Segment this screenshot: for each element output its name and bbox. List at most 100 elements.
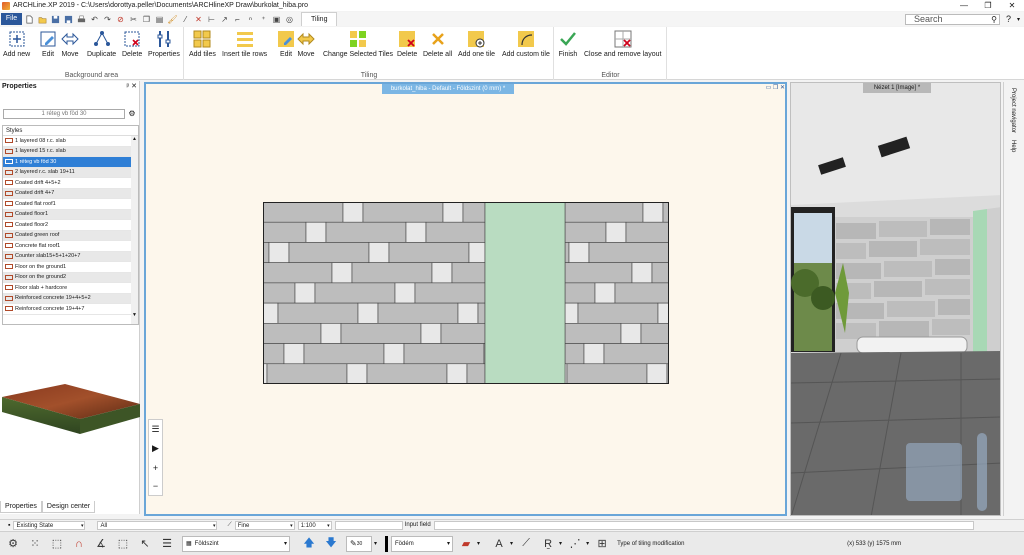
tile-green-band[interactable] — [484, 202, 566, 384]
snap-icon[interactable]: ⁺ — [258, 14, 269, 25]
list-item[interactable]: 1 layered 15 r.c. slab — [3, 146, 138, 157]
angle-icon[interactable]: ∡ — [92, 535, 110, 553]
tile-large[interactable] — [303, 343, 385, 365]
tile-large[interactable] — [564, 242, 570, 263]
grid-dots-icon[interactable]: ⁙ — [26, 535, 44, 553]
tile-large[interactable] — [263, 202, 344, 223]
tile-small[interactable] — [594, 282, 616, 304]
tile-small[interactable] — [631, 262, 653, 284]
list-item[interactable]: Floor on the ground2 — [3, 272, 138, 283]
tile-large[interactable] — [277, 302, 359, 324]
tile-large[interactable] — [564, 343, 585, 365]
tile-large[interactable] — [625, 221, 669, 243]
list-icon[interactable]: ☰ — [158, 535, 176, 553]
tile-large[interactable] — [614, 282, 669, 304]
plan-view-2d[interactable]: burkolat_hiba - Default - Földszint (0 m… — [144, 82, 787, 516]
tile-small[interactable] — [657, 302, 669, 324]
material-select[interactable]: Födém ▾ — [391, 535, 454, 552]
input-field-box[interactable] — [334, 520, 403, 530]
tile-small[interactable] — [568, 242, 590, 263]
move-tiles-button[interactable]: Move — [296, 29, 316, 61]
tile-small[interactable] — [620, 323, 642, 344]
node-edit-icon[interactable]: ⋰ — [566, 535, 584, 553]
tile-small[interactable] — [642, 202, 664, 223]
delete-all-tiles-button[interactable]: Delete all — [423, 29, 452, 61]
undo-icon[interactable]: ↶ — [89, 14, 100, 25]
zoom-in-icon[interactable]: + — [153, 463, 158, 473]
tile-large[interactable] — [451, 262, 486, 284]
list-item[interactable]: Coated floor1 — [3, 209, 138, 220]
tile-small[interactable] — [331, 262, 353, 284]
edit-button[interactable]: Edit — [38, 29, 58, 61]
tab-design-center[interactable]: Design center — [41, 501, 96, 513]
tile-small[interactable] — [442, 202, 464, 223]
list-item[interactable]: Coated drift 4+7 — [3, 188, 138, 199]
tile-small[interactable] — [405, 221, 427, 243]
view-3d-title[interactable]: Nézet 1 [Image] * — [863, 83, 931, 93]
change-selected-tiles-button[interactable]: Change Selected Tiles — [323, 29, 393, 61]
tile-small[interactable] — [268, 242, 290, 263]
tile-large[interactable] — [577, 302, 659, 324]
list-item[interactable]: 1 layered 08 r.c. slab — [3, 136, 138, 147]
tile-large[interactable] — [362, 202, 444, 223]
help-icon[interactable]: ? — [1006, 14, 1011, 24]
tile-large[interactable] — [388, 242, 470, 263]
insert-tile-rows-button[interactable]: Insert tile rows — [222, 29, 267, 61]
tile-large[interactable] — [263, 262, 333, 284]
tile-large[interactable] — [414, 282, 486, 304]
tile-large[interactable] — [314, 282, 396, 304]
scale-select[interactable]: 1:100 ▾ — [297, 520, 332, 530]
list-item[interactable]: Reinforced concrete 19+4+5+2 — [3, 293, 138, 304]
pen-select[interactable]: ✎ 30 — [346, 535, 372, 552]
tile-large[interactable] — [564, 221, 607, 243]
paste-icon[interactable]: ▤ — [154, 14, 165, 25]
tile-large[interactable] — [325, 221, 407, 243]
tab-tiling[interactable]: Tiling — [301, 12, 338, 26]
select-frame-icon[interactable]: ⬚ — [114, 535, 132, 553]
close-button[interactable]: ✕ — [1000, 0, 1024, 11]
list-item[interactable]: Coated drift 4+5+2 — [3, 178, 138, 189]
tile-large[interactable] — [440, 323, 486, 344]
properties-button[interactable]: Properties — [148, 29, 180, 61]
cursor-icon[interactable]: ↖ — [136, 535, 154, 553]
layers-list-icon[interactable]: ☰ — [151, 424, 159, 435]
magnet-icon[interactable]: ∩ — [70, 535, 88, 553]
input-field[interactable] — [433, 520, 974, 530]
tile-large[interactable] — [564, 323, 622, 344]
dimension-tool-icon[interactable]: Ṟ — [539, 535, 557, 553]
tile-small[interactable] — [320, 323, 342, 344]
tile-large[interactable] — [651, 262, 669, 284]
list-item[interactable]: Reinforced concrete 19+4+7 — [3, 304, 138, 315]
tiling-plan[interactable] — [263, 202, 669, 384]
chevron-down-icon[interactable]: ▾ — [559, 540, 562, 547]
print-icon[interactable] — [76, 14, 87, 25]
view-3d-icon[interactable]: ◎ — [284, 14, 295, 25]
tile-large[interactable] — [566, 363, 648, 384]
state-select[interactable]: Existing State ▾ — [13, 520, 86, 530]
edit-tiles-button[interactable]: Edit — [276, 29, 296, 61]
search-input[interactable]: Search ⚲ — [904, 13, 1000, 25]
tile-large[interactable] — [263, 282, 296, 304]
tile-small[interactable] — [564, 302, 579, 324]
add-one-tile-button[interactable]: Add one tile — [458, 29, 495, 61]
style-name-field[interactable]: 1 réteg vb föd 30 — [3, 109, 125, 119]
redo-icon[interactable]: ↷ — [102, 14, 113, 25]
edit-line-icon[interactable]: ⌐ — [232, 14, 243, 25]
fill-material-icon[interactable]: ▰ — [457, 535, 475, 553]
eyedropper-icon[interactable]: ⁄ — [180, 14, 191, 25]
paint-brush-icon[interactable]: 🖌 — [167, 14, 178, 25]
tile-small[interactable] — [431, 262, 453, 284]
tile-large[interactable] — [351, 262, 433, 284]
tile-small[interactable] — [283, 343, 305, 365]
duplicate-button[interactable]: Duplicate — [87, 29, 116, 61]
gear-icon[interactable]: ⚙ — [127, 109, 137, 119]
floor-up-icon[interactable]: 🡅 — [300, 535, 318, 553]
play-arrow-icon[interactable]: ▶ — [152, 443, 159, 454]
tile-small[interactable] — [468, 242, 486, 263]
text-style-icon[interactable]: A — [490, 535, 508, 553]
tile-small[interactable] — [646, 363, 668, 384]
tile-large[interactable] — [564, 262, 633, 284]
add-tiles-button[interactable]: Add tiles — [189, 29, 216, 61]
tile-small[interactable] — [446, 363, 468, 384]
tile-large[interactable] — [288, 242, 370, 263]
